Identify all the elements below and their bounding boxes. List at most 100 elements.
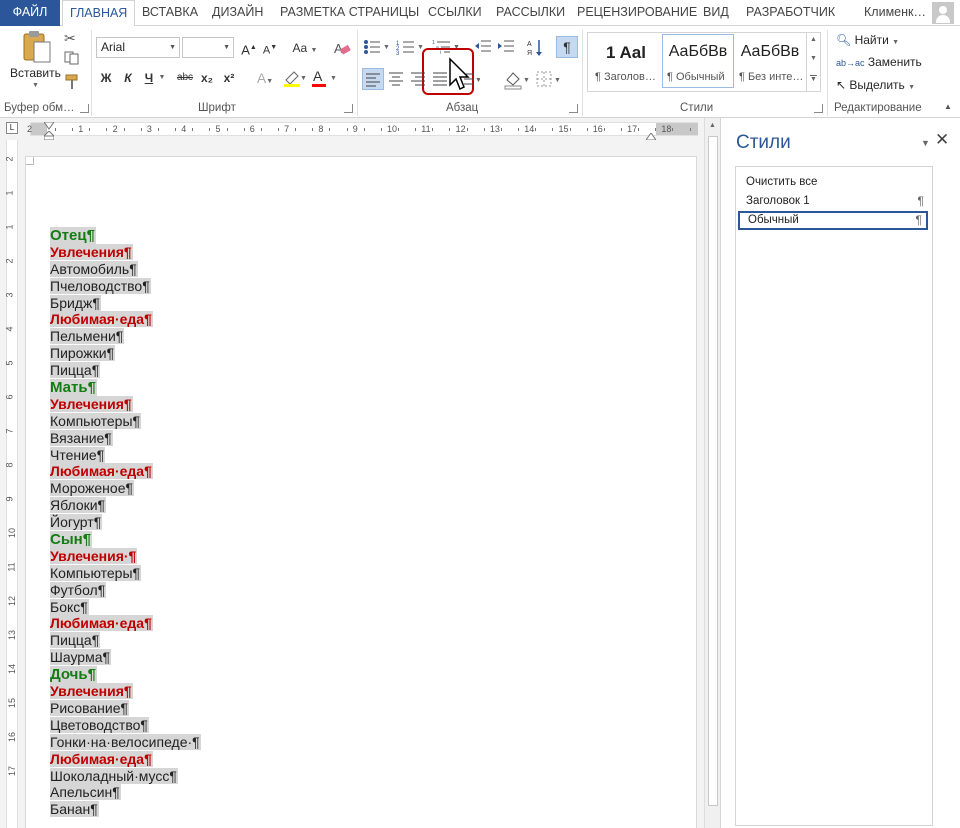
superscript-button[interactable]: x² <box>220 67 238 89</box>
tab-file[interactable]: ФАЙЛ <box>0 0 60 26</box>
heading2-paragraph[interactable]: Увлечения·¶ <box>50 547 201 565</box>
tab-developer[interactable]: РАЗРАБОТЧИК <box>739 0 842 26</box>
underline-dropdown-icon[interactable]: ▼ <box>158 67 166 89</box>
paste-button-label[interactable]: Вставить <box>10 66 61 80</box>
body-paragraph[interactable]: Пицца¶ <box>50 632 201 649</box>
gallery-up-icon[interactable]: ▲ <box>810 36 817 43</box>
heading2-paragraph[interactable]: Увлечения¶ <box>50 395 201 413</box>
hanging-indent-marker-icon[interactable] <box>42 130 56 141</box>
clear-formatting-icon[interactable]: A <box>333 39 351 57</box>
body-paragraph[interactable]: Бридж¶ <box>50 294 201 312</box>
font-size-dropdown-icon[interactable]: ▼ <box>223 38 230 57</box>
shrink-font-button[interactable]: A▼ <box>261 37 279 59</box>
show-formatting-marks-button[interactable]: ¶ <box>556 36 578 58</box>
body-paragraph[interactable]: Цветоводство¶ <box>50 716 201 734</box>
tab-home[interactable]: ГЛАВНАЯ <box>62 0 136 27</box>
heading2-paragraph[interactable]: Любимая·еда¶ <box>50 615 201 632</box>
underline-button[interactable]: Ч <box>141 67 157 89</box>
paste-icon[interactable] <box>20 30 52 64</box>
shading-icon[interactable]: ▼ <box>503 68 531 90</box>
highlight-color-icon[interactable]: ▼ <box>282 68 307 88</box>
paragraph-launcher-icon[interactable] <box>569 104 578 113</box>
heading1-paragraph[interactable]: Отец¶ <box>50 227 201 244</box>
styles-launcher-icon[interactable] <box>814 104 823 113</box>
align-center-button[interactable] <box>386 68 408 90</box>
body-paragraph[interactable]: Банан¶ <box>50 801 201 818</box>
copy-icon[interactable] <box>64 51 80 65</box>
heading2-paragraph[interactable]: Любимая·еда¶ <box>50 463 201 480</box>
heading1-paragraph[interactable]: Дочь¶ <box>50 666 201 684</box>
font-size-combo[interactable]: ▼ <box>182 37 234 58</box>
tab-insert[interactable]: ВСТАВКА <box>135 0 205 26</box>
body-paragraph[interactable]: Рисование¶ <box>50 699 201 717</box>
format-painter-icon[interactable] <box>64 74 80 90</box>
body-paragraph[interactable]: Пельмени¶ <box>50 328 201 345</box>
styles-gallery-scroll[interactable]: ▲ ▼ ▼ <box>806 33 820 91</box>
body-paragraph[interactable]: Гонки·на·велосипеде·¶ <box>50 733 201 751</box>
body-paragraph[interactable]: Шоколадный·мусс¶ <box>50 767 201 785</box>
increase-indent-icon[interactable] <box>497 38 515 56</box>
font-name-combo[interactable]: Arial ▼ <box>96 37 180 58</box>
gallery-more-icon[interactable]: ▼ <box>810 75 817 83</box>
heading1-paragraph[interactable]: Мать¶ <box>50 379 201 397</box>
body-paragraph[interactable]: Яблоки¶ <box>50 497 201 514</box>
body-paragraph[interactable]: Компьютеры¶ <box>50 564 201 582</box>
document-area[interactable]: Отец¶ Увлечения¶ Автомобиль¶ Пчеловодство¶ Б… <box>22 140 704 828</box>
tab-view[interactable]: ВИД <box>696 0 736 26</box>
document-body[interactable]: Отец¶ Увлечения¶ Автомобиль¶ Пчеловодство¶ Б… <box>50 227 201 818</box>
body-paragraph[interactable]: Вязание¶ <box>50 429 201 447</box>
clipboard-launcher-icon[interactable] <box>80 104 89 113</box>
body-paragraph[interactable]: Пирожки¶ <box>50 345 201 362</box>
align-right-button[interactable] <box>408 68 430 90</box>
heading1-paragraph[interactable]: Сын¶ <box>50 531 201 549</box>
vertical-ruler[interactable]: 2 1 1 2 3 4 5 6 7 8 9 10 11 12 13 14 15 16 17 <box>0 140 22 828</box>
body-paragraph[interactable]: Пицца¶ <box>50 362 201 379</box>
horizontal-ruler[interactable]: L 12123456789101112131415161718 <box>0 118 720 141</box>
italic-button[interactable]: К <box>120 67 136 89</box>
body-paragraph[interactable]: Апельсин¶ <box>50 784 201 801</box>
sort-icon[interactable]: AЯ <box>527 38 545 58</box>
body-paragraph[interactable]: Шаурма¶ <box>50 649 201 666</box>
body-paragraph[interactable]: Футбол¶ <box>50 581 201 599</box>
heading2-paragraph[interactable]: Увлечения¶ <box>50 243 201 261</box>
strikethrough-button[interactable]: abc <box>173 67 197 89</box>
heading2-paragraph[interactable]: Любимая·еда¶ <box>50 311 201 328</box>
scroll-up-icon[interactable]: ▲ <box>709 122 716 129</box>
cut-icon[interactable]: ✂ <box>64 30 80 46</box>
paste-dropdown-icon[interactable]: ▼ <box>32 82 39 89</box>
find-button[interactable]: 🔍︎ Найти ▼ <box>836 31 899 49</box>
tab-references[interactable]: ССЫЛКИ <box>421 0 489 26</box>
styles-pane-options-icon[interactable]: ▼ <box>921 138 930 148</box>
body-paragraph[interactable]: Пчеловодство¶ <box>50 277 201 295</box>
tab-mailings[interactable]: РАССЫЛКИ <box>489 0 572 26</box>
document-page[interactable]: Отец¶ Увлечения¶ Автомобиль¶ Пчеловодство¶ Б… <box>25 156 697 828</box>
collapse-ribbon-icon[interactable]: ▲ <box>944 102 952 111</box>
user-name[interactable]: Клименк… <box>864 0 926 26</box>
vertical-scrollbar[interactable]: ▲ <box>704 118 720 828</box>
body-paragraph[interactable]: Йогурт¶ <box>50 514 201 531</box>
style-tile-heading[interactable]: 1 Aal ¶ Заголов… <box>590 34 662 88</box>
tab-layout[interactable]: РАЗМЕТКА СТРАНИЦЫ <box>273 0 426 26</box>
right-indent-marker-icon[interactable] <box>645 130 657 141</box>
style-item-heading1[interactable]: Заголовок 1 ¶ <box>738 192 928 211</box>
font-color-icon[interactable]: A ▼ <box>310 68 338 88</box>
subscript-button[interactable]: x₂ <box>198 67 216 89</box>
gallery-down-icon[interactable]: ▼ <box>810 55 817 62</box>
grow-font-button[interactable]: A▲ <box>240 37 258 59</box>
bullets-icon[interactable]: ▼ <box>362 38 392 56</box>
change-case-button[interactable]: Aa ▼ <box>288 37 322 59</box>
style-item-clear-all[interactable]: Очистить все <box>738 173 928 192</box>
body-paragraph[interactable]: Автомобиль¶ <box>50 260 201 278</box>
style-tile-no-spacing[interactable]: АаБбВв ¶ Без инте… <box>734 34 806 88</box>
font-launcher-icon[interactable] <box>344 104 353 113</box>
select-button[interactable]: ↖ Выделить ▼ <box>836 76 915 94</box>
scrollbar-thumb[interactable] <box>708 136 718 806</box>
tab-selector-icon[interactable]: L <box>6 122 18 134</box>
style-tile-normal[interactable]: АаБбВв ¶ Обычный <box>662 34 734 88</box>
avatar[interactable] <box>932 2 954 24</box>
close-icon[interactable]: ✕ <box>935 130 949 150</box>
decrease-indent-icon[interactable] <box>474 38 492 56</box>
tab-design[interactable]: ДИЗАЙН <box>205 0 270 26</box>
first-line-indent-marker-icon[interactable] <box>43 119 55 130</box>
bold-button[interactable]: Ж <box>97 67 115 89</box>
